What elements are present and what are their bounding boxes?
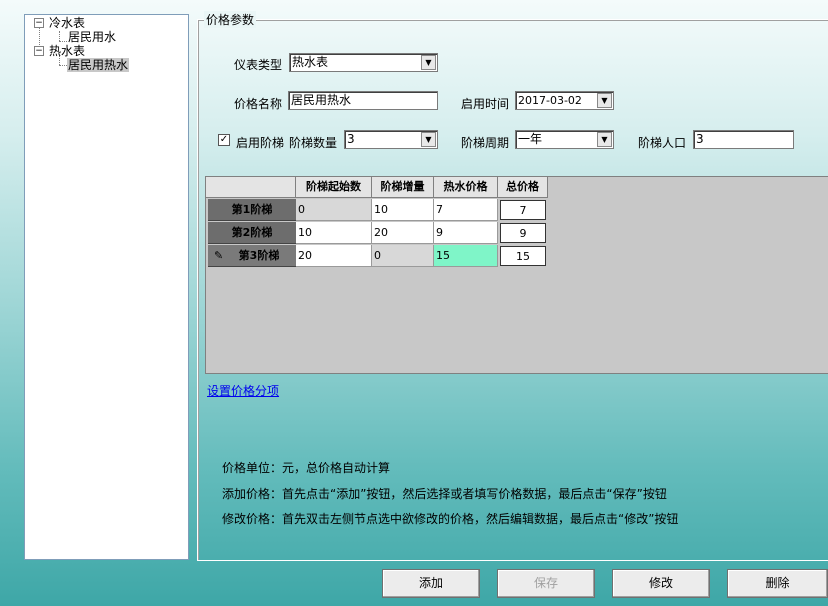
tree-node-residential-water[interactable]: 居民用水 [68,30,116,44]
tree-view[interactable]: − 冷水表 居民用水 − 热水表 居民用热水 [24,14,189,560]
dropdown-arrow-icon[interactable]: ▼ [421,55,436,70]
row-header[interactable]: 第1阶梯 [208,199,296,221]
total-price-cell: 15 [500,246,546,266]
meter-type-label: 仪表类型 [234,58,283,72]
collapse-icon[interactable]: − [34,46,44,56]
modify-button[interactable]: 修改 [612,569,710,598]
tier-period-value: 一年 [518,132,543,146]
edit-pencil-icon: ✎ [214,249,224,262]
enable-tier-checkbox[interactable]: ✓ [218,134,230,146]
tree-line [59,41,67,42]
grid-cell[interactable]: 9 [434,222,498,244]
add-button[interactable]: 添加 [382,569,480,598]
delete-button[interactable]: 删除 [727,569,828,598]
dropdown-arrow-icon[interactable]: ▼ [421,132,436,147]
grid-cell[interactable]: 0 [372,245,434,267]
grid-cell[interactable]: 10 [372,199,434,221]
dropdown-arrow-icon[interactable]: ▼ [597,132,612,147]
dropdown-arrow-icon[interactable]: ▼ [597,93,612,108]
set-price-items-link[interactable]: 设置价格分项 [207,382,279,399]
grid-cell[interactable]: 20 [372,222,434,244]
tree-line [59,65,67,66]
price-name-input[interactable]: 居民用热水 [288,91,438,110]
group-title: 价格参数 [204,11,257,28]
grid-cell-selected[interactable]: 15 [434,245,498,267]
tier-count-label: 阶梯数量 [289,136,338,150]
grid-cell[interactable]: 7 [434,199,498,221]
tier-period-select[interactable]: 一年 ▼ [515,130,614,149]
tree-node-hot-water-meter[interactable]: 热水表 [49,44,85,58]
column-header[interactable]: 阶梯起始数 [296,177,372,198]
enable-tier-label[interactable]: 启用阶梯 [236,134,284,151]
price-name-label: 价格名称 [234,97,283,111]
start-time-picker[interactable]: 2017-03-02 ▼ [515,91,614,110]
grid-cell[interactable]: 0 [296,199,372,221]
modify-price-note: 修改价格：首先双击左侧节点选中欲修改的价格，然后编辑数据，最后点击“修改”按钮 [222,512,679,526]
save-button[interactable]: 保存 [497,569,595,598]
grid-corner [206,177,296,198]
row-header-current[interactable]: ✎ 第3阶梯 [208,245,296,267]
tree-node-residential-hot-water[interactable]: 居民用热水 [67,58,130,72]
tier-people-label: 阶梯人口 [638,136,687,150]
meter-type-select[interactable]: 热水表 ▼ [289,53,438,72]
start-time-label: 启用时间 [461,97,510,111]
tier-period-label: 阶梯周期 [461,136,510,150]
tree-node-cold-water-meter[interactable]: 冷水表 [49,16,85,30]
tier-count-value: 3 [347,132,355,146]
grid-cell[interactable]: 10 [296,222,372,244]
collapse-icon[interactable]: − [34,18,44,28]
column-header[interactable]: 热水价格 [434,177,498,198]
grid-cell[interactable]: 20 [296,245,372,267]
tree-line [59,31,60,41]
column-header[interactable]: 阶梯增量 [372,177,434,198]
start-time-value: 2017-03-02 [518,94,582,107]
price-unit-note: 价格单位：元，总价格自动计算 [222,461,391,475]
column-header[interactable]: 总价格 [498,177,548,198]
tier-count-select[interactable]: 3 ▼ [344,130,438,149]
row-header-label: 第3阶梯 [238,249,280,262]
tier-people-input[interactable]: 3 [693,130,794,149]
meter-type-value: 热水表 [292,55,329,69]
row-header[interactable]: 第2阶梯 [208,222,296,244]
total-price-cell: 9 [500,223,546,243]
add-price-note: 添加价格：首先点击“添加”按钮，然后选择或者填写价格数据，最后点击“保存”按钮 [222,487,667,501]
total-price-cell: 7 [500,200,546,220]
tier-price-grid[interactable]: 阶梯起始数 阶梯增量 热水价格 总价格 第1阶梯 0 10 7 7 第2阶梯 1… [205,176,828,374]
